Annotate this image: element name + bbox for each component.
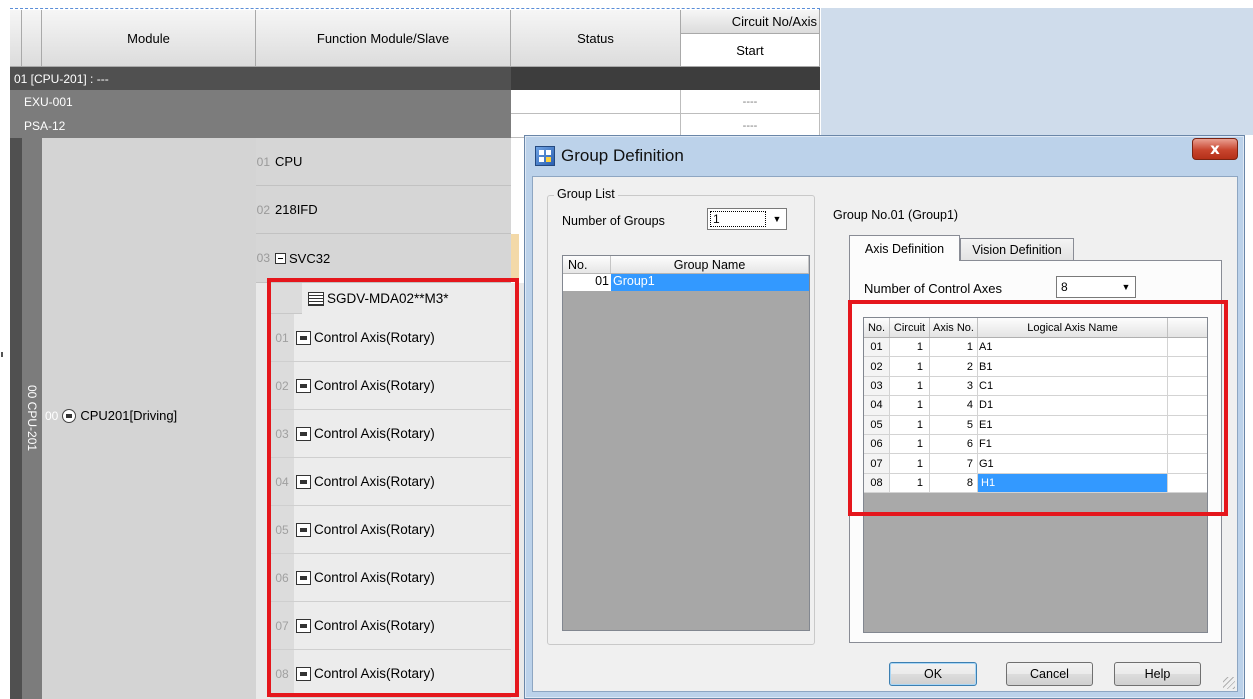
tab-axis-definition[interactable]: Axis Definition: [849, 235, 960, 261]
header-module[interactable]: Module: [42, 10, 256, 67]
cancel-button[interactable]: Cancel: [1006, 662, 1093, 686]
group-row-name[interactable]: Group1: [611, 274, 809, 291]
cpu-module-cell[interactable]: 00 CPU201[Driving]: [42, 138, 256, 699]
header-circuit-no[interactable]: Circuit No/Axis: [681, 10, 820, 34]
header-status[interactable]: Status: [511, 10, 681, 67]
unit-row[interactable]: PSA-12: [10, 114, 511, 138]
workspace-background: [821, 8, 1253, 135]
function-module-num: 01: [256, 154, 270, 169]
group-row-no: 01: [595, 274, 609, 288]
cpu-name: CPU201[Driving]: [80, 408, 178, 423]
number-of-groups-label: Number of Groups: [562, 214, 665, 228]
resize-grip-icon[interactable]: [1223, 677, 1235, 689]
close-button[interactable]: x: [1192, 138, 1238, 160]
chevron-down-icon: ▼: [1121, 282, 1131, 292]
header-function-module[interactable]: Function Module/Slave: [256, 10, 511, 67]
control-axes-select[interactable]: 8 ▼: [1056, 276, 1136, 298]
function-module-name: SVC32: [289, 250, 331, 266]
dialog-title: Group Definition: [561, 146, 684, 165]
tab-vision-definition[interactable]: Vision Definition: [960, 238, 1074, 261]
cpu-radio-icon: [62, 408, 77, 423]
group-list-header: No. Group Name: [563, 256, 809, 274]
cpu-side-bar: 00 CPU-201: [22, 138, 42, 699]
col-no: No.: [563, 256, 611, 273]
control-axes-label: Number of Control Axes: [864, 281, 1003, 296]
help-button[interactable]: Help: [1114, 662, 1201, 686]
unit-start-cell: ----: [681, 90, 820, 114]
chevron-down-icon: ▼: [772, 214, 782, 224]
header-corner: [10, 10, 22, 67]
function-module-num: 02: [256, 202, 270, 217]
cpu-vertical-label: 00 CPU-201: [25, 385, 39, 452]
cpu-num: 00: [45, 408, 59, 423]
col-group-name: Group Name: [611, 256, 809, 273]
group-heading: Group No.01 (Group1): [833, 208, 959, 222]
unit-row[interactable]: EXU-001: [10, 90, 511, 114]
rack-side-bar: [10, 138, 22, 699]
rack-row-status: [511, 67, 681, 90]
dialog-titlebar[interactable]: Group Definition x: [525, 136, 1244, 176]
status-marker: [511, 234, 519, 282]
number-of-groups-select[interactable]: 1 ▼: [707, 208, 787, 230]
function-module-name: CPU: [275, 154, 303, 169]
app-icon: [535, 146, 555, 166]
number-of-groups-value: 1: [710, 211, 766, 227]
group-list-table[interactable]: No. Group Name 01 Group1: [562, 255, 810, 631]
control-axes-value: 8: [1061, 280, 1068, 294]
function-module-row[interactable]: 03 SVC32: [256, 234, 511, 283]
ok-button[interactable]: OK: [889, 662, 977, 686]
function-module-num: 03: [256, 251, 270, 265]
rack-row[interactable]: 01 [CPU-201] : ---: [10, 67, 511, 90]
collapse-icon[interactable]: [275, 252, 286, 264]
group-row[interactable]: 01 Group1: [563, 274, 809, 291]
function-module-row[interactable]: 01 CPU: [256, 138, 511, 186]
header-start[interactable]: Start: [681, 34, 820, 67]
group-list-legend: Group List: [554, 187, 618, 201]
splitter-mark: [1, 352, 3, 357]
function-module-name: 218IFD: [275, 202, 318, 217]
function-module-row[interactable]: 02 218IFD: [256, 186, 511, 234]
rack-row-start: [681, 67, 820, 90]
highlight-box-axis-list: [267, 278, 519, 697]
highlight-box-axis-table: [848, 300, 1228, 516]
unit-status-cell: [511, 90, 681, 114]
header-gutter: [22, 10, 42, 67]
selection-border-top: [10, 8, 820, 9]
